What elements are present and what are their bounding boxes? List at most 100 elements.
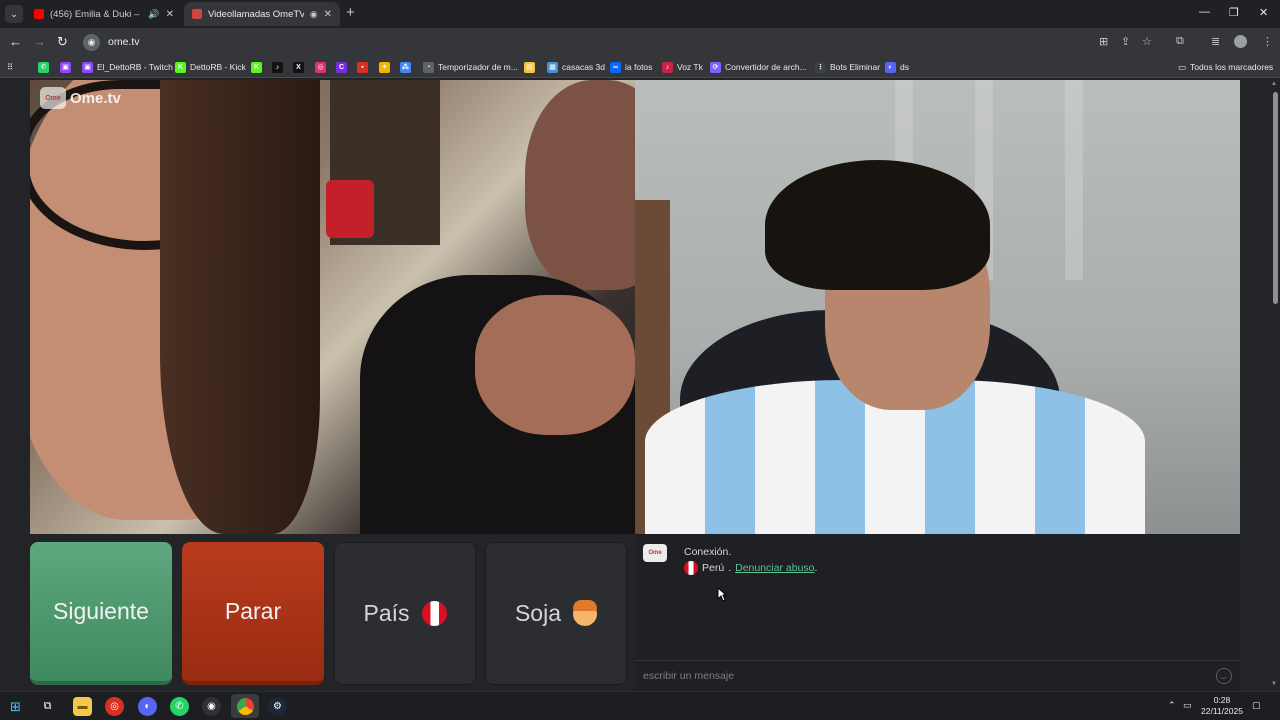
bookmark-item[interactable]: ▪ (357, 60, 368, 74)
bookmark-item[interactable]: ∞ ia fotos (610, 60, 652, 74)
tab-title: (456) Emilia & Duki – Como (50, 8, 142, 20)
bookmark-item[interactable]: ◎ (315, 60, 326, 74)
next-button[interactable]: Siguiente (30, 542, 172, 685)
bookmark-star-icon[interactable]: ☆ (1142, 35, 1152, 48)
bookmark-item[interactable]: ⟳ Convertidor de arch... (710, 60, 807, 74)
back-icon[interactable]: ← (9, 34, 22, 50)
new-tab-button[interactable]: + (346, 5, 355, 21)
apps-grid-icon[interactable]: ⠿ (7, 60, 13, 74)
bookmark-item[interactable]: ◔ Temporizador de m... (423, 60, 518, 74)
discord-icon[interactable]: ◐ (138, 697, 157, 716)
gender-button[interactable]: Soja (485, 542, 627, 685)
url-text[interactable]: ome.tv (108, 36, 140, 48)
all-bookmarks-folder[interactable]: ▭ Todos los marcadores (1178, 60, 1273, 74)
country-label: País (363, 600, 410, 626)
task-view-icon[interactable]: ⧉ (38, 697, 57, 716)
discord-icon: ◐ (885, 61, 896, 73)
recording-indicator-icon: ◉ (309, 8, 318, 19)
bookmark-item[interactable]: K (251, 60, 262, 74)
report-end: . (814, 562, 818, 574)
tab-search-button[interactable]: ⌄ (5, 5, 23, 23)
message-input[interactable] (643, 670, 1203, 682)
extensions-icon[interactable]: ⧉ (1176, 35, 1184, 48)
ometv-logo: Ome Ome.tv (40, 87, 121, 109)
tab-youtube[interactable]: (456) Emilia & Duki – Como 🔊 ✕ (26, 2, 182, 26)
folder-icon: ▤ (524, 61, 535, 73)
bookmark-item[interactable]: ✦ (379, 60, 390, 74)
report-abuse-link[interactable]: Denunciar abuso (735, 562, 814, 574)
windows-start-icon[interactable]: ⊞ (6, 697, 25, 716)
all-bookmarks-label: Todos los marcadores (1190, 62, 1274, 72)
translate-icon[interactable]: ⊞ (1099, 35, 1108, 48)
restore-icon[interactable]: ❐ (1229, 6, 1239, 19)
close-tab-icon[interactable]: ✕ (324, 9, 332, 20)
bookmarks-bar: ⠿ ✆ ▣ ▣ El_DettoRB - Twitch K DettoRB - Kick K… (0, 56, 1280, 78)
instagram-icon: ◎ (315, 61, 326, 73)
address-bar[interactable]: ◉ ome.tv (80, 31, 1170, 53)
image-icon: ▦ (547, 61, 558, 73)
emoji-picker-icon[interactable] (1216, 668, 1232, 684)
bookmark-item[interactable]: ▣ (60, 60, 71, 74)
steam-icon[interactable]: ⚙ (268, 697, 287, 716)
media-control-icon[interactable]: ≣ (1211, 35, 1220, 48)
bookmark-item[interactable]: ▣ El_DettoRB - Twitch (82, 60, 173, 74)
meta-icon: ∞ (610, 61, 621, 73)
chat-input-bar (635, 660, 1240, 691)
notifications-icon[interactable]: ▢ (1252, 700, 1261, 711)
profile-avatar[interactable] (1234, 35, 1247, 48)
second-person-face (525, 80, 635, 290)
menu-icon[interactable]: ⋮ (1262, 35, 1273, 48)
minimize-icon[interactable]: — (1199, 6, 1210, 18)
show-hidden-icons[interactable]: ⌃ (1168, 700, 1176, 711)
bookmark-item[interactable]: ⁂ (400, 60, 411, 74)
tab-ometv[interactable]: Videollamadas OmeTV — A ◉ ✕ (184, 2, 340, 26)
chrome-icon[interactable] (231, 694, 259, 718)
hair-shape (160, 80, 320, 534)
page-scrollbar[interactable]: ▲ ▼ (1270, 79, 1280, 691)
audio-playing-icon[interactable]: 🔊 (148, 9, 159, 20)
bookmark-item[interactable]: ▦ casacas 3d (547, 60, 605, 74)
clock-date: 22/11/2025 (1201, 706, 1243, 716)
scroll-down-icon[interactable]: ▼ (1271, 681, 1277, 687)
bookmark-item[interactable]: ♪ (272, 60, 283, 74)
system-clock[interactable]: 0:28 22/11/2025 (1200, 695, 1244, 717)
obs-icon[interactable]: ◉ (202, 697, 221, 716)
stop-button[interactable]: Parar (182, 542, 324, 685)
peru-flag-icon (684, 561, 698, 575)
bookmark-item[interactable]: K DettoRB - Kick (175, 60, 246, 74)
file-explorer-icon[interactable]: ▬ (73, 697, 92, 716)
reload-icon[interactable]: ↻ (57, 34, 68, 50)
country-button[interactable]: País (334, 542, 476, 685)
site-info-icon[interactable]: ◉ (83, 33, 100, 51)
country-name: Perú (702, 562, 725, 574)
clock-time: 0:28 (1213, 695, 1231, 705)
forward-icon[interactable]: → (33, 34, 46, 50)
whatsapp-icon: ✆ (38, 61, 49, 73)
bookmark-label: casacas 3d (562, 62, 605, 72)
boy-emoji-icon (573, 599, 598, 626)
bookmark-item[interactable]: ✆ (38, 60, 49, 74)
install-app-icon[interactable]: ⇪ (1121, 35, 1130, 48)
ometv-tv-icon: Ome (40, 87, 66, 109)
whatsapp-icon[interactable]: ✆ (170, 697, 189, 716)
close-tab-icon[interactable]: ✕ (166, 9, 174, 20)
bookmark-item[interactable]: C (336, 60, 347, 74)
bookmark-item[interactable]: ⋮ Bots Eliminar (815, 60, 880, 74)
remote-video: Ome Ome.tv (30, 80, 635, 534)
local-video (635, 80, 1240, 534)
scroll-thumb[interactable] (1273, 92, 1278, 304)
close-window-icon[interactable]: ✕ (1259, 6, 1268, 19)
bookmark-icon: ▪ (357, 61, 368, 73)
tab-strip: ⌄ (456) Emilia & Duki – Como 🔊 ✕ Videoll… (0, 0, 1280, 28)
bookmark-item[interactable]: ♪ Voz Tk (662, 60, 703, 74)
bookmark-item[interactable]: ▤ (524, 60, 535, 74)
scroll-up-icon[interactable]: ▲ (1271, 81, 1277, 87)
bookmark-item[interactable]: X (293, 60, 304, 74)
opera-icon[interactable]: ◎ (105, 697, 124, 716)
user-hair (765, 160, 990, 290)
kick-icon: K (251, 61, 262, 73)
pinwheel-icon: ✦ (379, 61, 390, 73)
network-icon[interactable]: ▭ (1183, 700, 1192, 711)
bookmark-label: Bots Eliminar (830, 62, 881, 72)
bookmark-item[interactable]: ◐ ds (885, 60, 909, 74)
